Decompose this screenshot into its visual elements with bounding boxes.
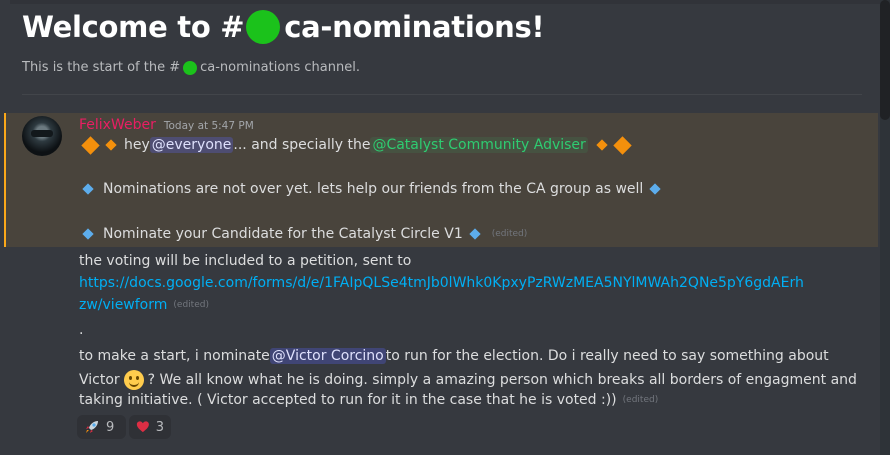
small-blue-diamond-icon [649, 183, 661, 195]
channel-start-text: This is the start of the # ca-nomination… [22, 60, 360, 75]
message-line-1: hey @everyone ... and specially the @Cat… [79, 135, 634, 155]
text: to run for the election. Do i really nee… [385, 348, 829, 364]
smile-emoji-icon [123, 370, 144, 390]
start-prefix: This is the start of the # [22, 60, 181, 75]
small-blue-diamond-icon [82, 228, 94, 240]
small-blue-diamond-icon [469, 228, 481, 240]
small-orange-diamond-icon [105, 139, 117, 151]
start-suffix: ca-nominations channel. [200, 60, 360, 75]
edited-label: (edited) [173, 300, 209, 310]
nominate-line: to make a start, i nominate @Victor Corc… [79, 348, 829, 364]
message-line-2: Nominations are not over yet. lets help … [79, 181, 666, 197]
reaction-count: 3 [155, 419, 164, 435]
top-fade [10, 0, 880, 4]
edited-label: (edited) [622, 395, 659, 405]
petition-line: the voting will be included to a petitio… [79, 253, 411, 269]
avatar[interactable] [22, 116, 62, 156]
welcome-suffix: ca-nominations! [284, 10, 545, 44]
welcome-prefix: Welcome to # [22, 10, 245, 44]
link-line-1: https://docs.google.com/forms/d/e/1FAIpQ… [79, 275, 804, 291]
heart-icon [136, 421, 149, 433]
green-circle-icon [183, 60, 198, 75]
everyone-mention[interactable]: @everyone [149, 137, 234, 153]
rocket-icon [86, 421, 98, 433]
small-orange-diamond-icon [596, 139, 608, 151]
text: to make a start, i nominate [79, 348, 270, 364]
initiative-line: taking initiative. ( Victor accepted to … [79, 392, 658, 408]
large-orange-diamond-icon [81, 135, 100, 155]
text: ? We all know what he is doing. simply a… [147, 372, 857, 388]
reaction-count: 9 [106, 419, 115, 435]
avatar-visor [31, 130, 53, 137]
user-mention-victor[interactable]: @Victor Corcino [269, 348, 386, 364]
channel-welcome-title: Welcome to # ca-nominations! [22, 10, 545, 44]
text: Nominate your Candidate for the Catalyst… [103, 226, 463, 242]
green-circle-icon [246, 10, 281, 44]
reaction-rocket[interactable]: 9 [77, 415, 126, 439]
timestamp[interactable]: Today at 5:47 PM [164, 120, 254, 132]
small-blue-diamond-icon [82, 183, 94, 195]
text: Victor [79, 372, 120, 388]
edited-label: (edited) [491, 229, 528, 239]
dot-line: . [79, 322, 83, 338]
google-form-link-cont[interactable]: zw/viewform [79, 297, 167, 313]
role-mention[interactable]: @Catalyst Community Adviser [370, 137, 588, 153]
scrollbar-thumb[interactable] [880, 0, 890, 120]
text: hey [124, 137, 150, 153]
text: Nominations are not over yet. lets help … [103, 181, 644, 197]
message-header: FelixWeber Today at 5:47 PM [79, 117, 254, 133]
google-form-link[interactable]: https://docs.google.com/forms/d/e/1FAIpQ… [79, 275, 804, 291]
reaction-heart[interactable]: 3 [129, 415, 171, 439]
username[interactable]: FelixWeber [79, 117, 156, 133]
victor-line: Victor ? We all know what he is doing. s… [79, 370, 857, 390]
text: . [79, 322, 84, 338]
text: the voting will be included to a petitio… [79, 253, 412, 269]
large-orange-diamond-icon [613, 135, 632, 155]
text: ... and specially the [233, 137, 371, 153]
link-line-2: zw/viewform (edited) [79, 297, 209, 313]
scrollbar-track[interactable] [880, 0, 890, 455]
text: taking initiative. ( Victor accepted to … [79, 392, 617, 408]
divider [22, 94, 862, 95]
message-line-3: Nominate your Candidate for the Catalyst… [79, 226, 527, 242]
